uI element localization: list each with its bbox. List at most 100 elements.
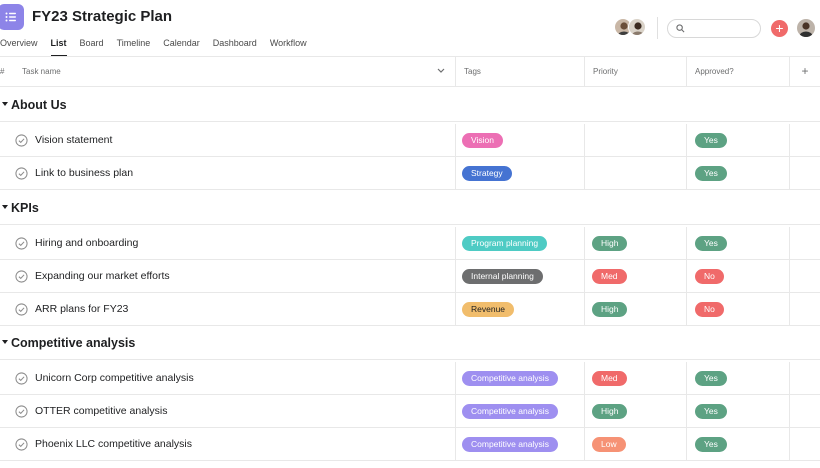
- task-name-cell[interactable]: Link to business plan: [0, 157, 456, 190]
- task-name-cell[interactable]: OTTER competitive analysis: [0, 395, 456, 428]
- column-task-name[interactable]: Task name: [14, 57, 456, 87]
- priority-cell[interactable]: [585, 124, 687, 157]
- priority-cell[interactable]: High: [585, 395, 687, 428]
- caret-down-icon[interactable]: [1, 204, 9, 210]
- section-header[interactable]: About Us: [0, 88, 820, 122]
- priority-cell[interactable]: Med: [585, 362, 687, 395]
- add-column-button[interactable]: +: [790, 57, 820, 87]
- task-name-cell[interactable]: Phoenix LLC competitive analysis: [0, 428, 456, 461]
- complete-check-icon[interactable]: [15, 167, 28, 180]
- approved-cell[interactable]: Yes: [687, 227, 790, 260]
- tags-cell[interactable]: Competitive analysis: [456, 428, 585, 461]
- search-box[interactable]: [667, 19, 761, 38]
- priority-pill[interactable]: Low: [592, 437, 626, 452]
- task-name-cell[interactable]: Expanding our market efforts: [0, 260, 456, 293]
- task-name[interactable]: Link to business plan: [35, 167, 133, 179]
- approved-pill[interactable]: Yes: [695, 236, 727, 251]
- priority-pill[interactable]: High: [592, 302, 628, 317]
- tag-pill[interactable]: Program planning: [462, 236, 548, 251]
- priority-cell[interactable]: High: [585, 227, 687, 260]
- tab-board[interactable]: Board: [80, 36, 104, 56]
- project-icon[interactable]: [0, 4, 24, 30]
- task-row[interactable]: Phoenix LLC competitive analysis Competit…: [0, 428, 820, 461]
- priority-cell[interactable]: Low: [585, 428, 687, 461]
- tab-calendar[interactable]: Calendar: [163, 36, 200, 56]
- section-header[interactable]: KPIs: [0, 191, 820, 225]
- task-row[interactable]: ARR plans for FY23 Revenue High No: [0, 293, 820, 326]
- complete-check-icon[interactable]: [15, 372, 28, 385]
- task-name-cell[interactable]: Unicorn Corp competitive analysis: [0, 362, 456, 395]
- tags-cell[interactable]: Revenue: [456, 293, 585, 326]
- complete-check-icon[interactable]: [15, 134, 28, 147]
- task-row[interactable]: Link to business plan Strategy Yes: [0, 157, 820, 190]
- tag-pill[interactable]: Internal planning: [462, 269, 543, 284]
- approved-cell[interactable]: Yes: [687, 362, 790, 395]
- task-row[interactable]: Unicorn Corp competitive analysis Competi…: [0, 362, 820, 395]
- task-name[interactable]: Unicorn Corp competitive analysis: [35, 372, 194, 384]
- approved-pill[interactable]: Yes: [695, 371, 727, 386]
- tag-pill[interactable]: Vision: [462, 133, 503, 148]
- tab-list[interactable]: List: [50, 36, 67, 57]
- tags-cell[interactable]: Vision: [456, 124, 585, 157]
- priority-cell[interactable]: Med: [585, 260, 687, 293]
- section-header[interactable]: Competitive analysis: [0, 326, 820, 360]
- chevron-down-icon[interactable]: [437, 68, 445, 74]
- add-button[interactable]: +: [771, 20, 788, 37]
- task-name-cell[interactable]: ARR plans for FY23: [0, 293, 456, 326]
- section-title[interactable]: KPIs: [11, 201, 39, 215]
- tags-cell[interactable]: Program planning: [456, 227, 585, 260]
- tag-pill[interactable]: Competitive analysis: [462, 404, 558, 419]
- task-name[interactable]: OTTER competitive analysis: [35, 405, 167, 417]
- tag-pill[interactable]: Competitive analysis: [462, 371, 558, 386]
- task-name[interactable]: Hiring and onboarding: [35, 237, 138, 249]
- caret-down-icon[interactable]: [1, 101, 9, 107]
- priority-pill[interactable]: Med: [592, 371, 627, 386]
- task-row[interactable]: Hiring and onboarding Program planning Hig…: [0, 227, 820, 260]
- tags-cell[interactable]: Strategy: [456, 157, 585, 190]
- task-name[interactable]: Phoenix LLC competitive analysis: [35, 438, 192, 450]
- complete-check-icon[interactable]: [15, 270, 28, 283]
- caret-down-icon[interactable]: [1, 339, 9, 345]
- task-name-cell[interactable]: Vision statement: [0, 124, 456, 157]
- approved-pill[interactable]: Yes: [695, 133, 727, 148]
- tag-pill[interactable]: Strategy: [462, 166, 512, 181]
- priority-pill[interactable]: Med: [592, 269, 627, 284]
- approved-pill[interactable]: No: [695, 269, 724, 284]
- task-row[interactable]: Expanding our market efforts Internal pla…: [0, 260, 820, 293]
- complete-check-icon[interactable]: [15, 237, 28, 250]
- column-priority[interactable]: Priority: [585, 57, 687, 87]
- approved-cell[interactable]: Yes: [687, 124, 790, 157]
- column-approved[interactable]: Approved?: [687, 57, 790, 87]
- task-row[interactable]: OTTER competitive analysis Competitive an…: [0, 395, 820, 428]
- tab-overview[interactable]: Overview: [0, 36, 38, 56]
- task-name[interactable]: Expanding our market efforts: [35, 270, 170, 282]
- section-title[interactable]: About Us: [11, 98, 67, 112]
- user-avatar[interactable]: [797, 19, 815, 37]
- approved-pill[interactable]: Yes: [695, 437, 727, 452]
- tag-pill[interactable]: Competitive analysis: [462, 437, 558, 452]
- tag-pill[interactable]: Revenue: [462, 302, 515, 317]
- member-avatar[interactable]: [628, 18, 646, 36]
- approved-cell[interactable]: Yes: [687, 157, 790, 190]
- project-title[interactable]: FY23 Strategic Plan: [32, 8, 172, 25]
- task-name-cell[interactable]: Hiring and onboarding: [0, 227, 456, 260]
- tags-cell[interactable]: Competitive analysis: [456, 395, 585, 428]
- approved-cell[interactable]: No: [687, 293, 790, 326]
- priority-pill[interactable]: High: [592, 404, 628, 419]
- task-name[interactable]: Vision statement: [35, 134, 112, 146]
- section-title[interactable]: Competitive analysis: [11, 336, 135, 350]
- priority-pill[interactable]: High: [592, 236, 628, 251]
- project-members[interactable]: [614, 18, 646, 36]
- tab-dashboard[interactable]: Dashboard: [213, 36, 257, 56]
- approved-cell[interactable]: No: [687, 260, 790, 293]
- task-row[interactable]: Vision statement Vision Yes: [0, 124, 820, 157]
- tab-timeline[interactable]: Timeline: [117, 36, 151, 56]
- priority-cell[interactable]: [585, 157, 687, 190]
- approved-pill[interactable]: Yes: [695, 404, 727, 419]
- tab-workflow[interactable]: Workflow: [270, 36, 307, 56]
- approved-cell[interactable]: Yes: [687, 428, 790, 461]
- complete-check-icon[interactable]: [15, 438, 28, 451]
- complete-check-icon[interactable]: [15, 405, 28, 418]
- tags-cell[interactable]: Internal planning: [456, 260, 585, 293]
- priority-cell[interactable]: High: [585, 293, 687, 326]
